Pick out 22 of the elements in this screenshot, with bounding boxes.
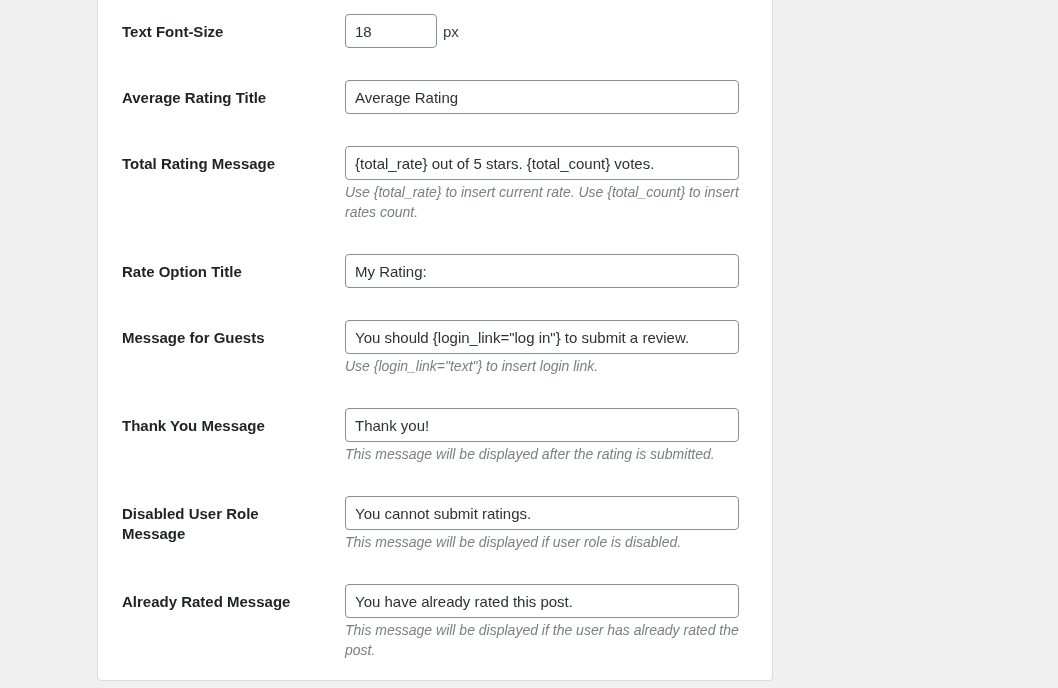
unit-label: px bbox=[443, 22, 459, 40]
field-description: Use {total_rate} to insert current rate. Use {total_count} to insert rates count. bbox=[345, 183, 739, 222]
input-field[interactable]: You should {login_link="log in"} to submit a review. bbox=[345, 320, 739, 354]
field-label: Thank You Message bbox=[122, 416, 266, 436]
field-label: Message for Guests bbox=[122, 328, 266, 348]
field-description: This message will be displayed if user role is disabled. bbox=[345, 533, 683, 552]
input-field[interactable]: My Rating: bbox=[345, 254, 739, 288]
field-description: This message will be displayed if the user has already rated the post. bbox=[345, 621, 739, 660]
field-label: Total Rating Message bbox=[122, 154, 277, 174]
input-field[interactable]: 18 bbox=[345, 14, 437, 48]
field-label: Text Font-Size bbox=[122, 22, 225, 42]
input-field[interactable]: {total_rate} out of 5 stars. {total_count} votes. bbox=[345, 146, 739, 180]
input-field[interactable]: You cannot submit ratings. bbox=[345, 496, 739, 530]
input-field[interactable]: Thank you! bbox=[345, 408, 739, 442]
field-label: Average Rating Title bbox=[122, 88, 268, 108]
input-field[interactable]: You have already rated this post. bbox=[345, 584, 739, 618]
input-field[interactable]: Average Rating bbox=[345, 80, 739, 114]
field-label: Already Rated Message bbox=[122, 592, 292, 612]
field-label: Disabled User Role Message bbox=[122, 504, 260, 544]
field-description: Use {login_link="text"} to insert login link. bbox=[345, 357, 600, 376]
field-label: Rate Option Title bbox=[122, 262, 243, 282]
field-description: This message will be displayed after the rating is submitted. bbox=[345, 445, 716, 464]
